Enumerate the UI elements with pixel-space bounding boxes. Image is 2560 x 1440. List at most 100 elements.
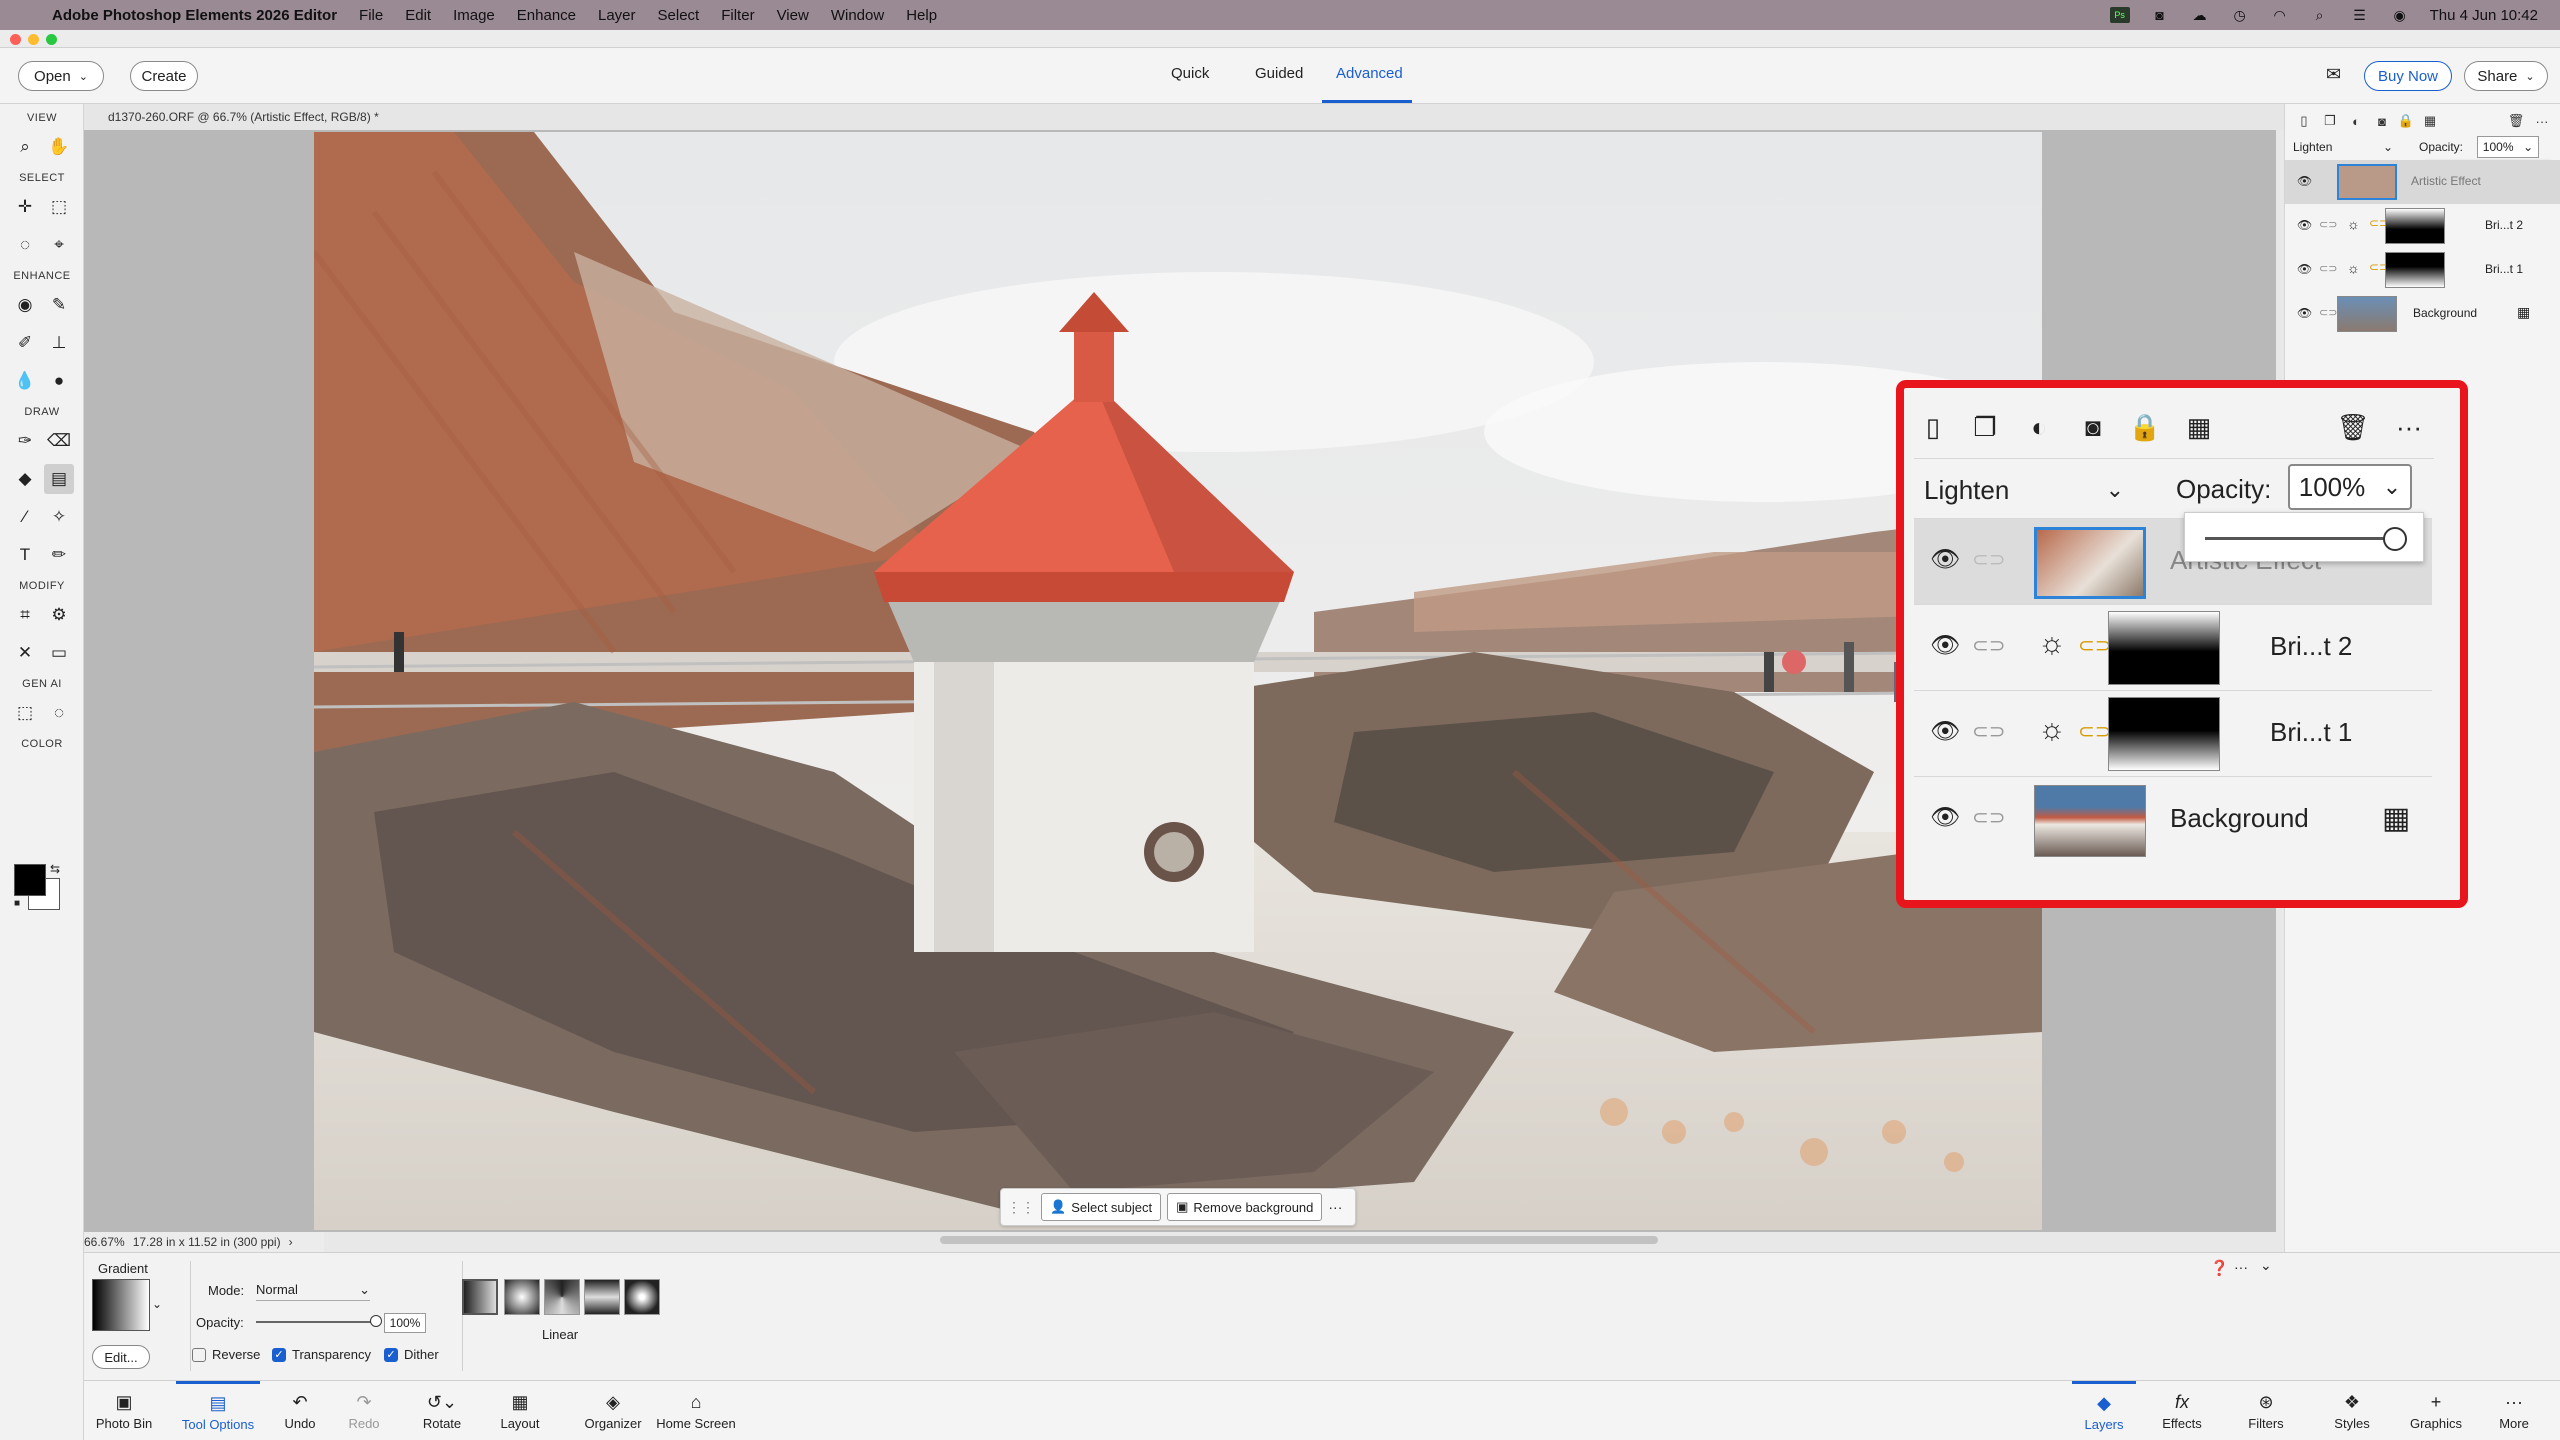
document-image[interactable] [314, 132, 2042, 1230]
swap-colors-icon[interactable]: ⇆ [50, 862, 60, 876]
gradient-preview[interactable] [92, 1279, 150, 1331]
layer-row-background[interactable]: 👁 ⊂⊃ Background ▦ [1914, 776, 2432, 862]
generative-move-tool-icon[interactable]: ◌ [44, 698, 74, 728]
layer-row-brightness-2[interactable]: 👁 ⊂⊃ ☼ ⊂⊃ Bri...t 2 [1914, 604, 2432, 690]
menu-view[interactable]: View [777, 7, 809, 24]
crop-tool-icon[interactable]: ⌗ [10, 600, 40, 630]
menu-filter[interactable]: Filter [721, 7, 754, 24]
marquee-tool-icon[interactable]: ⬚ [44, 192, 74, 222]
opacity-slider-track[interactable] [256, 1321, 376, 1323]
effects-button[interactable]: fx Effects [2150, 1381, 2214, 1440]
buy-now-button[interactable]: Buy Now [2364, 61, 2452, 91]
zoom-tool-icon[interactable]: ⌕ [10, 132, 40, 162]
eye-icon[interactable]: 👁 [2297, 306, 2312, 320]
tab-advanced[interactable]: Advanced [1336, 65, 1403, 82]
wifi-icon[interactable]: ◠ [2270, 7, 2290, 23]
more-options-icon[interactable]: ··· [1328, 1199, 1342, 1215]
sponge-tool-icon[interactable]: ● [44, 366, 74, 396]
panel-menu-icon[interactable]: ··· [2533, 112, 2551, 130]
adjustment-layer-icon[interactable]: ◐ [2022, 410, 2056, 444]
remove-background-button[interactable]: ▣ Remove background [1167, 1193, 1323, 1221]
transparency-checkbox[interactable]: ✓ Transparency [272, 1347, 371, 1362]
tab-quick[interactable]: Quick [1171, 65, 1209, 82]
share-button[interactable]: Share ⌄ [2464, 61, 2548, 91]
recompose-tool-icon[interactable]: ⚙ [44, 600, 74, 630]
layer-row-artistic-effect[interactable]: 👁 Artistic Effect [2285, 160, 2560, 204]
graphics-button[interactable]: + Graphics [2400, 1381, 2472, 1440]
spotlight-search-icon[interactable]: ⌕ [2310, 7, 2330, 23]
content-aware-move-tool-icon[interactable]: ✕ [10, 638, 40, 668]
close-window-icon[interactable] [10, 34, 21, 45]
link-icon[interactable]: ⊂⊃ [1972, 719, 2006, 744]
rotate-button[interactable]: ↺⌄ Rotate [414, 1381, 470, 1440]
cloud-status-icon[interactable]: ☁ [2190, 7, 2210, 23]
eye-icon[interactable]: 👁 [2297, 218, 2312, 232]
link-icon[interactable]: ⊂⊃ [1972, 633, 2006, 658]
hand-tool-icon[interactable]: ✋ [44, 132, 74, 162]
menu-window[interactable]: Window [831, 7, 884, 24]
lock-transparency-icon[interactable]: ▦ [2421, 112, 2439, 130]
tab-guided[interactable]: Guided [1255, 65, 1303, 82]
eye-icon[interactable]: 👁 [2297, 174, 2312, 188]
zoom-readout[interactable]: 66.67% [84, 1235, 125, 1249]
undo-button[interactable]: ↶ Undo [278, 1381, 322, 1440]
red-eye-tool-icon[interactable]: ◉ [10, 290, 40, 320]
foreground-color-swatch[interactable] [14, 864, 46, 896]
document-tab[interactable]: d1370-260.ORF @ 66.7% (Artistic Effect, … [84, 104, 2284, 130]
link-icon[interactable]: ⊂⊃ [1972, 547, 2006, 572]
eye-icon[interactable]: 👁 [2297, 262, 2312, 276]
layer-mask-icon[interactable]: ◙ [2076, 410, 2110, 444]
angle-gradient-type[interactable] [544, 1279, 580, 1315]
eye-icon[interactable]: 👁 [1930, 631, 1960, 660]
quick-selection-tool-icon[interactable]: ⌖ [44, 230, 74, 260]
control-center-icon[interactable]: ☰ [2350, 7, 2370, 23]
photo-bin-button[interactable]: ▣ Photo Bin [90, 1381, 158, 1440]
blend-mode-select[interactable]: Lighten ⌄ [2293, 136, 2393, 158]
opacity-slider-knob[interactable] [370, 1315, 382, 1327]
layer-row-background[interactable]: 👁 ⊂⊃ Background ▦ [2285, 292, 2560, 336]
menu-help[interactable]: Help [906, 7, 937, 24]
opacity-dropdown[interactable]: 100% ⌄ [2477, 136, 2539, 158]
smart-brush-tool-icon[interactable]: ✐ [10, 328, 40, 358]
new-group-icon[interactable]: ❐ [1968, 410, 2002, 444]
more-button[interactable]: ··· More [2482, 1381, 2546, 1440]
healing-brush-tool-icon[interactable]: ✎ [44, 290, 74, 320]
link-icon[interactable]: ⊂⊃ [1972, 805, 2006, 830]
delete-layer-icon[interactable]: 🗑 [2336, 410, 2370, 444]
paint-bucket-tool-icon[interactable]: ◆ [10, 464, 40, 494]
layer-row-brightness-1[interactable]: 👁 ⊂⊃ ☼ ⊂⊃ Bri...t 1 [2285, 248, 2560, 292]
transparency-check[interactable]: ✓ [272, 1347, 286, 1362]
mask-link-icon[interactable]: ⊂⊃ [2078, 633, 2112, 658]
reverse-check[interactable] [192, 1347, 206, 1362]
menu-layer[interactable]: Layer [598, 7, 636, 24]
eyedropper-tool-icon[interactable]: ⁄ [10, 502, 40, 532]
lock-transparency-icon[interactable]: ▦ [2517, 304, 2530, 321]
reflected-gradient-type[interactable] [584, 1279, 620, 1315]
type-tool-icon[interactable]: T [10, 540, 40, 570]
layout-button[interactable]: ▦ Layout [494, 1381, 546, 1440]
diamond-gradient-type[interactable] [624, 1279, 660, 1315]
home-screen-button[interactable]: ⌂ Home Screen [654, 1381, 738, 1440]
menu-edit[interactable]: Edit [405, 7, 431, 24]
tool-options-button[interactable]: ▤ Tool Options [176, 1381, 260, 1440]
dither-checkbox[interactable]: ✓ Dither [384, 1347, 439, 1362]
app-name[interactable]: Adobe Photoshop Elements 2026 Editor [52, 7, 337, 24]
time-machine-icon[interactable]: ◷ [2230, 7, 2250, 23]
menu-select[interactable]: Select [658, 7, 700, 24]
layer-mask-icon[interactable]: ◙ [2373, 112, 2391, 130]
filters-button[interactable]: ⊛ Filters [2234, 1381, 2298, 1440]
eye-icon[interactable]: 👁 [1930, 717, 1960, 746]
eye-icon[interactable]: 👁 [1930, 545, 1960, 574]
radial-gradient-type[interactable] [504, 1279, 540, 1315]
chevron-down-icon[interactable]: ⌄ [2260, 1257, 2272, 1274]
layers-button[interactable]: ◆ Layers [2072, 1381, 2136, 1440]
gradient-tool-icon[interactable]: ▤ [44, 464, 74, 494]
camera-status-icon[interactable]: ◙ [2150, 7, 2170, 23]
select-subject-button[interactable]: 👤 Select subject [1041, 1193, 1162, 1221]
redo-button[interactable]: ↷ Redo [342, 1381, 386, 1440]
open-button[interactable]: Open ⌄ [18, 61, 104, 91]
menu-image[interactable]: Image [453, 7, 495, 24]
new-layer-icon[interactable]: ▯ [1916, 410, 1950, 444]
menu-file[interactable]: File [359, 7, 383, 24]
mode-select[interactable]: Normal ⌄ [256, 1279, 370, 1301]
